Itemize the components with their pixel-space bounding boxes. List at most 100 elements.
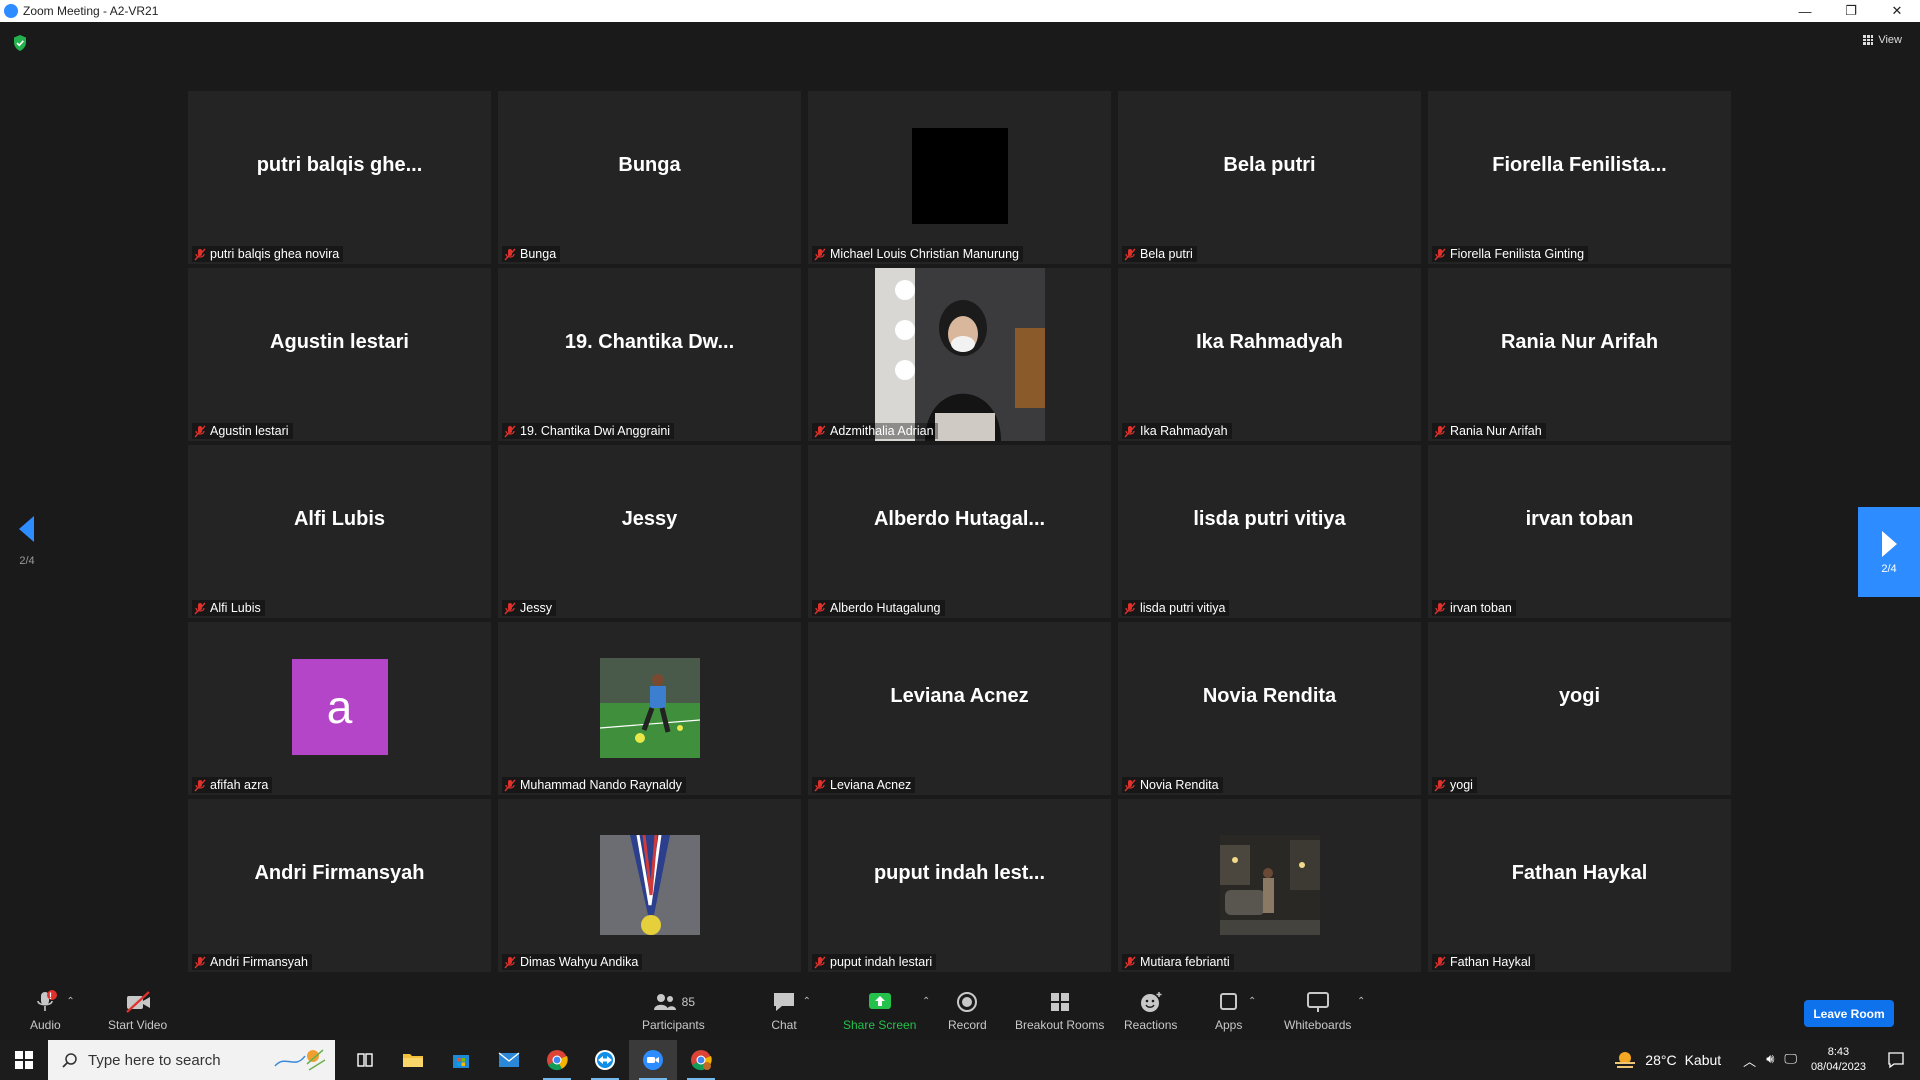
next-page-button[interactable]: 2/4 (1858, 507, 1920, 597)
participant-tile[interactable]: Alberdo Hutagal... Alberdo Hutagalung (808, 445, 1111, 618)
show-hidden-icons-chevron-icon[interactable]: ︿ (1743, 1051, 1756, 1070)
mail-button[interactable] (485, 1040, 533, 1080)
participant-tile[interactable]: Agustin lestari Agustin lestari (188, 268, 491, 441)
chrome-button[interactable] (533, 1040, 581, 1080)
participant-tile[interactable]: Fathan Haykal Fathan Haykal (1428, 799, 1731, 972)
participant-tile[interactable]: Bela putri Bela putri (1118, 91, 1421, 264)
participant-tile[interactable]: a afifah azra (188, 622, 491, 795)
minimize-button[interactable]: — (1782, 0, 1828, 22)
share-options-caret-icon[interactable]: ⌃ (922, 996, 930, 1007)
participant-name-label: Michael Louis Christian Manurung (812, 246, 1023, 262)
participant-name: Rania Nur Arifah (1450, 424, 1542, 438)
participant-tile[interactable]: lisda putri vitiya lisda putri vitiya (1118, 445, 1421, 618)
audio-warning-badge: ! (49, 991, 52, 1001)
apps-options-caret-icon[interactable]: ⌃ (1248, 996, 1256, 1007)
whiteboards-button[interactable]: Whiteboards ⌃ (1284, 990, 1365, 1032)
participant-display-name: puput indah lest... (873, 862, 1046, 884)
chrome-profile-button[interactable] (677, 1040, 725, 1080)
zoom-app-icon (643, 1050, 663, 1070)
previous-page-button[interactable]: 2/4 (16, 514, 38, 567)
participant-tile[interactable]: Jessy Jessy (498, 445, 801, 618)
participant-tile[interactable]: Rania Nur Arifah Rania Nur Arifah (1428, 268, 1731, 441)
leave-room-button[interactable]: Leave Room (1804, 1000, 1894, 1027)
security-shield-icon[interactable] (12, 34, 28, 52)
file-explorer-button[interactable] (389, 1040, 437, 1080)
participant-name: Novia Rendita (1140, 778, 1219, 792)
taskbar-search-box[interactable]: Type here to search (48, 1040, 335, 1080)
restore-button[interactable]: ❐ (1828, 0, 1874, 22)
mic-muted-icon (504, 956, 516, 968)
share-screen-icon (868, 993, 891, 1009)
participant-name: Bela putri (1140, 247, 1193, 261)
close-button[interactable]: ✕ (1874, 0, 1920, 22)
whiteboards-options-caret-icon[interactable]: ⌃ (1357, 996, 1365, 1007)
audio-options-caret-icon[interactable]: ⌃ (66, 996, 74, 1007)
taskbar-clock[interactable]: 8:43 08/04/2023 (1811, 1045, 1866, 1075)
participant-tile[interactable]: Dimas Wahyu Andika (498, 799, 801, 972)
apps-label: Apps (1215, 1018, 1243, 1032)
participant-tile[interactable]: 19. Chantika Dw... 19. Chantika Dwi Anggr… (498, 268, 801, 441)
participant-name: Leviana Acnez (830, 778, 912, 792)
participant-tile[interactable]: Muhammad Nando Raynaldy (498, 622, 801, 795)
zoom-logo-icon (4, 4, 18, 18)
participant-gallery: putri balqis ghe... putri balqis ghea nov… (188, 91, 1733, 972)
share-screen-button[interactable]: Share Screen ⌃ (843, 990, 930, 1032)
microsoft-store-button[interactable] (437, 1040, 485, 1080)
zoom-taskbar-button[interactable] (629, 1040, 677, 1080)
start-video-button[interactable]: Start Video (108, 990, 167, 1032)
participant-tile[interactable]: Fiorella Fenilista... Fiorella Fenilista … (1428, 91, 1731, 264)
participant-tile[interactable]: Andri Firmansyah Andri Firmansyah (188, 799, 491, 972)
chat-options-caret-icon[interactable]: ⌃ (803, 996, 811, 1007)
record-icon (957, 992, 978, 1012)
participant-tile[interactable]: Mutiara febrianti (1118, 799, 1421, 972)
store-bag-icon (453, 1055, 469, 1068)
teamviewer-button[interactable] (581, 1040, 629, 1080)
participant-display-name: irvan toban (1525, 508, 1634, 530)
participant-name: Muhammad Nando Raynaldy (520, 778, 682, 792)
breakout-rooms-label: Breakout Rooms (1015, 1018, 1105, 1032)
profile-photo-medal (599, 835, 700, 935)
participant-name: Andri Firmansyah (210, 955, 308, 969)
profile-photo-soccer (599, 658, 700, 758)
participant-name-label: lisda putri vitiya (1122, 600, 1230, 616)
weather-widget[interactable]: 28°C Kabut (1613, 1050, 1721, 1070)
notifications-button[interactable] (1882, 1051, 1910, 1069)
participant-tile[interactable]: Ika Rahmadyah Ika Rahmadyah (1118, 268, 1421, 441)
participants-button[interactable]: 85 Participants (642, 990, 705, 1032)
participant-name: irvan toban (1450, 601, 1512, 615)
participant-tile[interactable]: Leviana Acnez Leviana Acnez (808, 622, 1111, 795)
participant-tile[interactable]: Adzmithalia Adrian (808, 268, 1111, 441)
view-button[interactable]: View (1863, 34, 1902, 46)
participant-tile[interactable]: yogi yogi (1428, 622, 1731, 795)
start-button[interactable] (0, 1040, 48, 1080)
participant-display-name: Bela putri (1223, 154, 1316, 176)
participant-tile[interactable]: puput indah lest... puput indah lestari (808, 799, 1111, 972)
apps-button[interactable]: Apps ⌃ (1215, 990, 1256, 1032)
participant-display-name: yogi (1558, 685, 1601, 707)
participant-tile[interactable]: Alfi Lubis Alfi Lubis (188, 445, 491, 618)
participant-display-name: Novia Rendita (1202, 685, 1337, 707)
participant-name-label: Rania Nur Arifah (1432, 423, 1546, 439)
network-icon[interactable]: 🖵︎ (1784, 1051, 1797, 1070)
record-button[interactable]: Record (948, 990, 987, 1032)
task-view-icon (357, 1053, 373, 1067)
task-view-button[interactable] (341, 1040, 389, 1080)
volume-icon[interactable]: 🔊︎ (1766, 1051, 1774, 1070)
participant-tile[interactable]: irvan toban irvan toban (1428, 445, 1731, 618)
participant-tile[interactable]: putri balqis ghe... putri balqis ghea nov… (188, 91, 491, 264)
participant-tile[interactable]: Michael Louis Christian Manurung (808, 91, 1111, 264)
participant-name: Fathan Haykal (1450, 955, 1531, 969)
meeting-toolbar: ! Audio ⌃ Start Video 85 Participants Ch… (0, 980, 1920, 1040)
chat-button[interactable]: Chat ⌃ (771, 990, 811, 1032)
participant-display-name: Leviana Acnez (890, 685, 1029, 707)
reactions-button[interactable]: Reactions (1124, 990, 1177, 1032)
participant-name: Agustin lestari (210, 424, 289, 438)
mic-muted-icon (1434, 779, 1446, 791)
audio-button[interactable]: ! Audio ⌃ (30, 990, 75, 1032)
participant-tile[interactable]: Bunga Bunga (498, 91, 801, 264)
search-placeholder: Type here to search (88, 1051, 221, 1069)
participant-tile[interactable]: Novia Rendita Novia Rendita (1118, 622, 1421, 795)
mic-muted-icon (1124, 956, 1136, 968)
weather-temperature: 28°C (1645, 1052, 1677, 1068)
breakout-rooms-button[interactable]: Breakout Rooms (1015, 990, 1104, 1032)
